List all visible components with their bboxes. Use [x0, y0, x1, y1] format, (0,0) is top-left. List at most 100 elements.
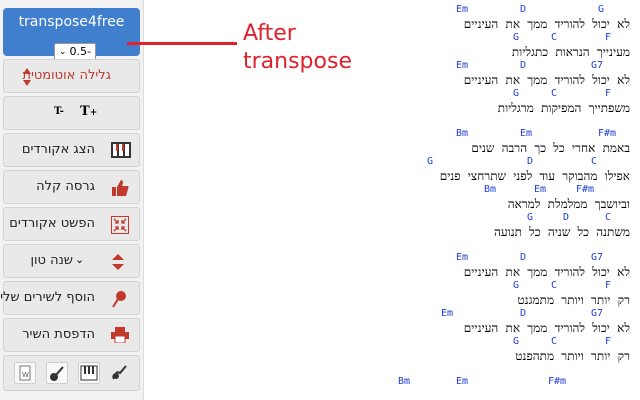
up-down-arrows-icon: [22, 67, 40, 86]
chord: D: [527, 156, 534, 167]
chord: G: [598, 4, 605, 15]
stanza: Em D G7 לא יכול להוריד ממך את העיניים G …: [380, 252, 630, 364]
chevron-down-icon: ⌄: [75, 253, 85, 266]
chord: F: [605, 32, 612, 43]
show-chords-label: הצג אקורדים: [21, 142, 95, 157]
add-to-my-songs-label: הוסף לשירים שלי: [0, 290, 95, 305]
semitone-value: 0.5-: [69, 45, 91, 58]
chord: Em: [441, 308, 454, 319]
chord-row: G C F: [380, 280, 630, 293]
stanza: Bm Em F#m: [380, 376, 630, 389]
chord: Em: [520, 128, 533, 139]
song-body: Em D G לא יכול להוריד ממך את העיניים G C…: [380, 4, 630, 389]
electric-guitar-icon[interactable]: [110, 362, 132, 384]
chord: D: [520, 308, 527, 319]
chord-row: Em D G7: [380, 252, 630, 265]
chord: G7: [591, 60, 604, 71]
compress-icon: [111, 216, 129, 234]
chord: G7: [591, 308, 604, 319]
chord: D: [520, 252, 527, 263]
autoscroll-button[interactable]: גלילה אוטומטית: [3, 59, 140, 93]
chord-row: Em D G: [380, 4, 630, 17]
brand-title: transpose4free: [18, 14, 125, 30]
change-key-button[interactable]: שנה טון ⌄: [3, 244, 140, 278]
chord-row: G C F: [380, 88, 630, 101]
show-chords-button[interactable]: הצג אקורדים: [3, 133, 140, 167]
chord: F#m: [548, 376, 567, 387]
chord: D: [563, 212, 570, 223]
chord: G: [527, 212, 534, 223]
chord-row: Em D G7: [380, 308, 630, 321]
printer-icon: [111, 327, 129, 345]
easy-version-label: גרסה קלה: [36, 179, 95, 194]
chord: Bm: [398, 376, 411, 387]
lyric-line: לא יכול להוריד ממך את העיניים: [463, 265, 630, 279]
sidebar: transpose4free ⌄ 0.5- גלילה אוטומטית T- …: [0, 0, 144, 400]
lyric-line: וביושבך ממלמלת למראה: [507, 197, 630, 211]
chord-row: Bm Em F#m: [380, 128, 630, 141]
chord: F#m: [576, 184, 595, 195]
thumbs-up-icon: [111, 179, 129, 197]
print-song-button[interactable]: הדפסת השיר: [3, 318, 140, 352]
stanza: Em D G לא יכול להוריד ממך את העיניים G C…: [380, 4, 630, 116]
chord: F: [605, 336, 612, 347]
chord: C: [551, 336, 558, 347]
chord: F#m: [598, 128, 617, 139]
guitar-icon[interactable]: [46, 362, 68, 384]
annotation-line1: After: [243, 21, 296, 46]
minus-icon: -: [59, 106, 64, 117]
chord: G: [513, 32, 520, 43]
word-doc-icon[interactable]: W: [14, 362, 36, 384]
chevron-down-icon: ⌄: [59, 47, 67, 57]
lyric-line: רק יותר ויותר מתהפנט: [515, 349, 630, 363]
text-smaller-button[interactable]: T-: [54, 106, 64, 117]
chord: D: [520, 60, 527, 71]
chord: Em: [456, 60, 469, 71]
lyric-line: לא יכול להוריד ממך את העיניים: [463, 17, 630, 31]
stanza-gap: [380, 364, 630, 376]
chord: C: [551, 32, 558, 43]
annotation-pointer-line: [127, 42, 237, 45]
chord: Em: [456, 376, 469, 387]
lyric-line: משתנה כל שניה כל תנועה: [493, 225, 630, 239]
chord: C: [605, 212, 612, 223]
annotation-label: After transpose: [243, 20, 352, 76]
text-size-buttons: T- T+: [3, 96, 140, 130]
text-larger-button[interactable]: T+: [80, 104, 97, 119]
stanza-gap: [380, 240, 630, 252]
plus-icon: +: [89, 108, 98, 118]
lyric-line: רק יותר ויותר מתמגנט: [517, 293, 630, 307]
chord: G: [513, 336, 520, 347]
chord: C: [591, 156, 598, 167]
text-larger-label: T: [80, 104, 90, 119]
instrument-selector: W: [3, 355, 140, 391]
lyric-line: משפתייך המפיקות מרגליות: [497, 101, 630, 115]
pin-icon: [111, 290, 129, 308]
chord: Em: [534, 184, 547, 195]
chord: Bm: [456, 128, 469, 139]
chord-row: G D C: [380, 212, 630, 225]
chord-row: Bm Em F#m: [380, 376, 630, 389]
chord-row: G D C: [380, 156, 630, 169]
chord: F: [605, 88, 612, 99]
chord: C: [551, 88, 558, 99]
brand-panel: transpose4free ⌄ 0.5-: [3, 8, 140, 61]
simplify-chords-label: הפשט אקורדים: [9, 216, 95, 231]
chord: Em: [456, 252, 469, 263]
change-key-label: שנה טון: [30, 253, 73, 268]
add-to-my-songs-button[interactable]: הוסף לשירים שלי: [0, 281, 140, 315]
chord: G: [513, 280, 520, 291]
chord-row: G C F: [380, 32, 630, 45]
stanza-gap: [380, 116, 630, 128]
lyric-line: לא יכול להוריד ממך את העיניים: [463, 321, 630, 335]
stanza: Bm Em F#m באמת אחרי כל כך הרבה שנים G D …: [380, 128, 630, 240]
piano-keys-icon: [111, 142, 131, 160]
svg-text:W: W: [22, 371, 29, 379]
chord: Em: [456, 4, 469, 15]
easy-version-button[interactable]: גרסה קלה: [3, 170, 140, 204]
chord: F: [605, 280, 612, 291]
up-down-icon: [111, 253, 129, 271]
simplify-chords-button[interactable]: הפשט אקורדים: [3, 207, 140, 241]
piano-icon[interactable]: [78, 362, 100, 384]
chord: D: [520, 4, 527, 15]
